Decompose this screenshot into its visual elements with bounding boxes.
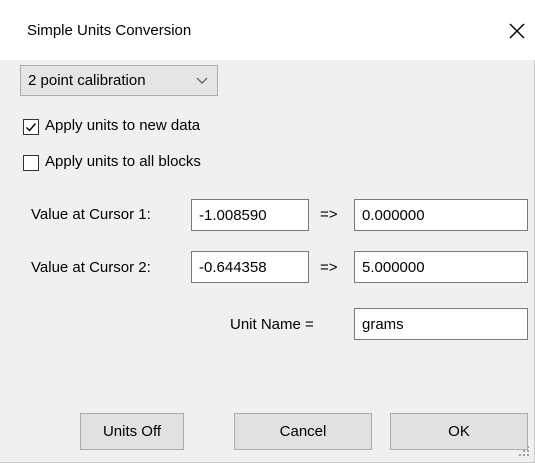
apply-all-blocks-checkbox[interactable] bbox=[23, 155, 39, 171]
cursor1-label: Value at Cursor 1: bbox=[31, 206, 151, 223]
cursor1-value-field[interactable] bbox=[191, 199, 309, 231]
calibration-mode-dropdown[interactable]: 2 point calibration bbox=[20, 65, 218, 96]
resize-grip-icon[interactable] bbox=[517, 444, 531, 458]
check-icon bbox=[26, 123, 37, 132]
cursor2-arrow: => bbox=[320, 259, 338, 276]
cursor1-arrow: => bbox=[320, 206, 338, 223]
window-title: Simple Units Conversion bbox=[27, 22, 192, 39]
apply-new-data-label: Apply units to new data bbox=[45, 117, 201, 134]
units-conversion-dialog: Simple Units Conversion 2 point calibrat… bbox=[0, 0, 535, 463]
apply-all-blocks-option[interactable]: Apply units to all blocks bbox=[23, 152, 283, 174]
cursor2-value-field[interactable] bbox=[191, 251, 309, 283]
cursor2-label: Value at Cursor 2: bbox=[31, 259, 151, 276]
dialog-body: 2 point calibration Apply units to new d… bbox=[0, 60, 534, 462]
cancel-button[interactable]: Cancel bbox=[234, 413, 372, 450]
chevron-down-icon bbox=[196, 77, 208, 84]
ok-button[interactable]: OK bbox=[390, 413, 528, 450]
unit-name-field[interactable] bbox=[354, 308, 528, 340]
cursor2-converted-field[interactable] bbox=[354, 251, 528, 283]
units-off-button[interactable]: Units Off bbox=[80, 413, 184, 450]
apply-all-blocks-label: Apply units to all blocks bbox=[45, 153, 201, 170]
unit-name-label: Unit Name = bbox=[230, 316, 314, 333]
apply-new-data-checkbox[interactable] bbox=[23, 119, 39, 135]
title-bar: Simple Units Conversion bbox=[0, 0, 535, 60]
cursor1-converted-field[interactable] bbox=[354, 199, 528, 231]
close-icon[interactable] bbox=[508, 22, 526, 40]
apply-new-data-option[interactable]: Apply units to new data bbox=[23, 116, 283, 138]
calibration-mode-value: 2 point calibration bbox=[28, 72, 146, 89]
